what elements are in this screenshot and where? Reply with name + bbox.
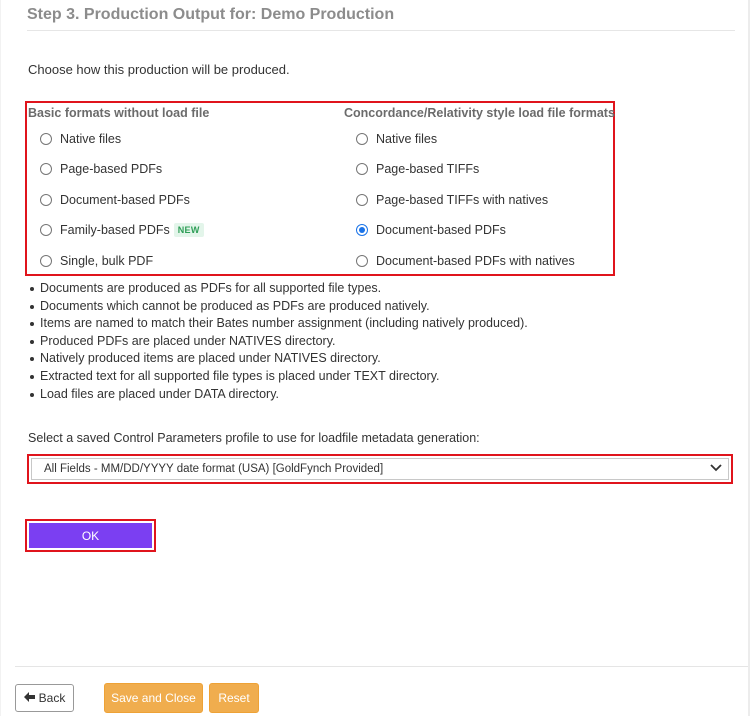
list-item: Natively produced items are placed under… (27, 350, 528, 368)
radio-loadfile-page-based-tiffs-natives[interactable] (356, 194, 368, 206)
production-notes-list: Documents are produced as PDFs for all s… (27, 280, 528, 403)
loadfile-formats-heading: Concordance/Relativity style load file f… (344, 106, 615, 120)
back-button-label: Back (38, 691, 66, 705)
radio-basic-family-based-pdfs[interactable] (40, 224, 52, 236)
option-label: Native files (60, 132, 122, 146)
option-label: Family-based PDFs (60, 223, 170, 237)
back-button[interactable]: Back (15, 684, 74, 712)
option-label: Document-based PDFs (376, 223, 506, 237)
radio-basic-native-files[interactable] (40, 133, 52, 145)
option-loadfile-page-based-tiffs[interactable]: Page-based TIFFs (356, 160, 479, 178)
page-edge-left (0, 0, 1, 716)
option-label: Single, bulk PDF (60, 254, 154, 268)
control-params-select-highlight: All Fields - MM/DD/YYYY date format (USA… (27, 454, 733, 484)
ok-button-highlight: OK (25, 519, 156, 552)
list-item: Documents which cannot be produced as PD… (27, 298, 528, 316)
option-label: Page-based TIFFs with natives (376, 193, 549, 207)
list-item: Load files are placed under DATA directo… (27, 386, 528, 404)
option-basic-native-files[interactable]: Native files (40, 130, 121, 148)
option-loadfile-native-files[interactable]: Native files (356, 130, 437, 148)
radio-loadfile-document-based-pdfs[interactable] (356, 224, 368, 236)
option-label: Page-based TIFFs (376, 162, 480, 176)
control-params-select[interactable]: All Fields - MM/DD/YYYY date format (USA… (31, 458, 729, 480)
save-and-close-button[interactable]: Save and Close (104, 683, 203, 713)
radio-loadfile-page-based-tiffs[interactable] (356, 163, 368, 175)
radio-basic-page-based-pdfs[interactable] (40, 163, 52, 175)
format-options-panel: Basic formats without load file Native f… (25, 101, 615, 276)
option-basic-single-bulk-pdf[interactable]: Single, bulk PDF (40, 252, 153, 270)
intro-text: Choose how this production will be produ… (28, 62, 290, 77)
list-item: Extracted text for all supported file ty… (27, 368, 528, 386)
list-item: Documents are produced as PDFs for all s… (27, 280, 528, 298)
option-loadfile-document-based-pdfs-natives[interactable]: Document-based PDFs with natives (356, 252, 575, 270)
basic-formats-heading: Basic formats without load file (28, 106, 210, 120)
list-item: Produced PDFs are placed under NATIVES d… (27, 333, 528, 351)
control-params-label: Select a saved Control Parameters profil… (28, 431, 480, 445)
arrow-left-icon (23, 691, 35, 705)
new-badge: NEW (173, 223, 204, 237)
control-params-selected-value: All Fields - MM/DD/YYYY date format (USA… (44, 463, 384, 475)
option-label: Page-based PDFs (60, 162, 163, 176)
option-basic-family-based-pdfs[interactable]: Family-based PDFs NEW (40, 221, 204, 239)
page-title: Step 3. Production Output for: Demo Prod… (27, 6, 735, 31)
footer-divider (15, 666, 748, 667)
list-item: Items are named to match their Bates num… (27, 315, 528, 333)
radio-basic-document-based-pdfs[interactable] (40, 194, 52, 206)
radio-loadfile-document-based-pdfs-natives[interactable] (356, 255, 368, 267)
option-label: Document-based PDFs (60, 193, 190, 207)
option-loadfile-page-based-tiffs-natives[interactable]: Page-based TIFFs with natives (356, 191, 548, 209)
option-basic-document-based-pdfs[interactable]: Document-based PDFs (40, 191, 190, 209)
option-label: Native files (376, 132, 438, 146)
radio-basic-single-bulk-pdf[interactable] (40, 255, 52, 267)
ok-button[interactable]: OK (29, 523, 152, 548)
option-label: Document-based PDFs with natives (376, 254, 575, 268)
option-loadfile-document-based-pdfs[interactable]: Document-based PDFs (356, 221, 506, 239)
option-basic-page-based-pdfs[interactable]: Page-based PDFs (40, 160, 162, 178)
chevron-down-icon (710, 463, 722, 475)
reset-button[interactable]: Reset (209, 683, 259, 713)
radio-loadfile-native-files[interactable] (356, 133, 368, 145)
